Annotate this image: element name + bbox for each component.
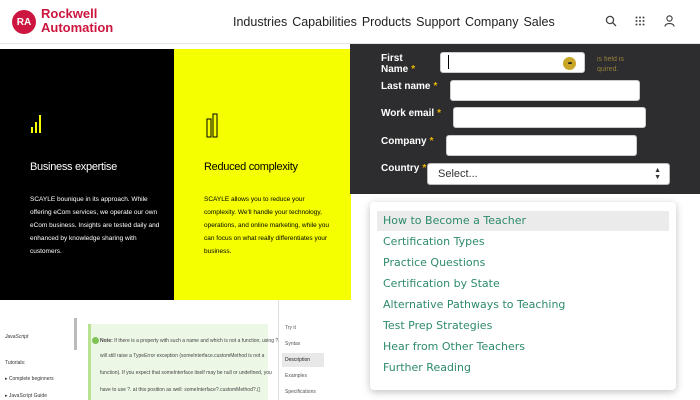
country-select[interactable]: Select... ▲ ▼ [427, 163, 670, 185]
note-line1: Note: If there is a property with such a… [100, 338, 280, 344]
last-name-label-text: Last name [381, 81, 431, 92]
js-guide-link[interactable]: ▸ JavaScript Guide [5, 393, 47, 399]
panel-title: Reduced complexity [204, 161, 298, 173]
panel-body: SCAYLE bounique in its approach. While o… [30, 196, 160, 255]
last-name-field[interactable] [450, 80, 640, 101]
warning-icon: ••• [563, 57, 576, 70]
teacher-resources-menu: How to Become a Teacher Certification Ty… [370, 202, 676, 390]
nav-capabilities[interactable]: Capabilities [292, 15, 357, 29]
note-label: Note: [100, 338, 113, 344]
error-line2: quired. [597, 66, 619, 73]
nav-support[interactable]: Support [416, 15, 460, 29]
toc-item-specifications[interactable]: Specifications [285, 389, 316, 395]
required-mark: * [422, 163, 427, 174]
required-mark: * [411, 64, 416, 75]
nav-sales[interactable]: Sales [523, 15, 554, 29]
menu-item-further-reading[interactable]: Further Reading [377, 358, 669, 378]
work-email-label: Work email * [381, 109, 441, 119]
toc-item-try-it[interactable]: Try it [285, 325, 296, 331]
main-nav: Industries Capabilities Products Support… [233, 15, 555, 29]
menu-item-test-prep-strategies[interactable]: Test Prep Strategies [377, 316, 669, 336]
toc-item-description[interactable]: Description [285, 357, 310, 363]
search-icon[interactable] [603, 13, 619, 29]
warning-glyph: ••• [567, 60, 572, 67]
menu-item-practice-questions[interactable]: Practice Questions [377, 253, 669, 273]
logo-badge[interactable]: RA [12, 10, 36, 34]
panel-title: Business expertise [30, 161, 117, 173]
grid-icon[interactable] [632, 13, 648, 29]
required-mark: * [429, 136, 434, 147]
required-mark: * [437, 108, 442, 119]
menu-item-how-to-become-a-teacher[interactable]: How to Become a Teacher [377, 211, 669, 231]
select-arrows-icon: ▲ ▼ [654, 167, 661, 181]
required-mark: * [433, 81, 438, 92]
country-label-text: Country [381, 163, 420, 174]
logo-line1: Rockwell [41, 6, 98, 21]
note-line4: have to use ?. at this position as well:… [100, 387, 261, 393]
user-icon[interactable] [661, 13, 677, 29]
note-line1-text: If there is a property with such a name … [114, 338, 280, 344]
reduced-complexity-panel: Reduced complexity SCAYLE allows you to … [174, 49, 351, 300]
company-field[interactable] [446, 135, 637, 156]
first-name-label-line1: First [381, 53, 403, 64]
nav-products[interactable]: Products [362, 15, 411, 29]
js-label: JavaScript [5, 334, 29, 340]
first-name-label: First Name * [381, 54, 415, 75]
logo-wordmark[interactable]: Rockwell Automation [41, 7, 113, 35]
menu-item-hear-from-teachers[interactable]: Hear from Other Teachers [377, 337, 669, 357]
nav-company[interactable]: Company [465, 15, 519, 29]
work-email-field[interactable] [453, 107, 646, 128]
toc-item-examples[interactable]: Examples [285, 373, 307, 379]
business-expertise-panel: Business expertise SCAYLE bounique in it… [0, 49, 174, 300]
menu-item-alternative-pathways[interactable]: Alternative Pathways to Teaching [377, 295, 669, 315]
logo-line2: Automation [41, 20, 114, 35]
nav-industries[interactable]: Industries [233, 15, 287, 29]
tutorials-label: Tutorials: [5, 360, 26, 366]
scrollbar[interactable] [74, 318, 77, 350]
panel-body: SCAYLE allows you to reduce your complex… [204, 196, 330, 255]
text-cursor [448, 55, 449, 69]
work-email-label-text: Work email [381, 108, 435, 119]
menu-item-certification-by-state[interactable]: Certification by State [377, 274, 669, 294]
bar-chart-icon [30, 113, 42, 138]
complete-beginners-link[interactable]: ▸ Complete beginners [5, 376, 54, 382]
menu-item-certification-types[interactable]: Certification Types [377, 232, 669, 252]
toc-item-syntax[interactable]: Syntax [285, 341, 300, 347]
error-message: is field is quired. [597, 55, 624, 75]
note-line3: function). If you expect that someInterf… [100, 370, 272, 376]
country-select-value: Select... [438, 168, 478, 180]
layers-icon [206, 113, 218, 144]
last-name-label: Last name * [381, 82, 437, 92]
company-label: Company * [381, 137, 433, 147]
first-name-label-line2: Name [381, 64, 409, 75]
divider [278, 300, 279, 400]
site-header: RA Rockwell Automation Industries Capabi… [0, 0, 700, 44]
info-icon [92, 337, 99, 344]
note-line2: will still raise a TypeError exception (… [100, 353, 265, 359]
country-label: Country * [381, 164, 426, 174]
company-label-text: Company [381, 136, 427, 147]
error-line1: is field is [597, 56, 624, 63]
